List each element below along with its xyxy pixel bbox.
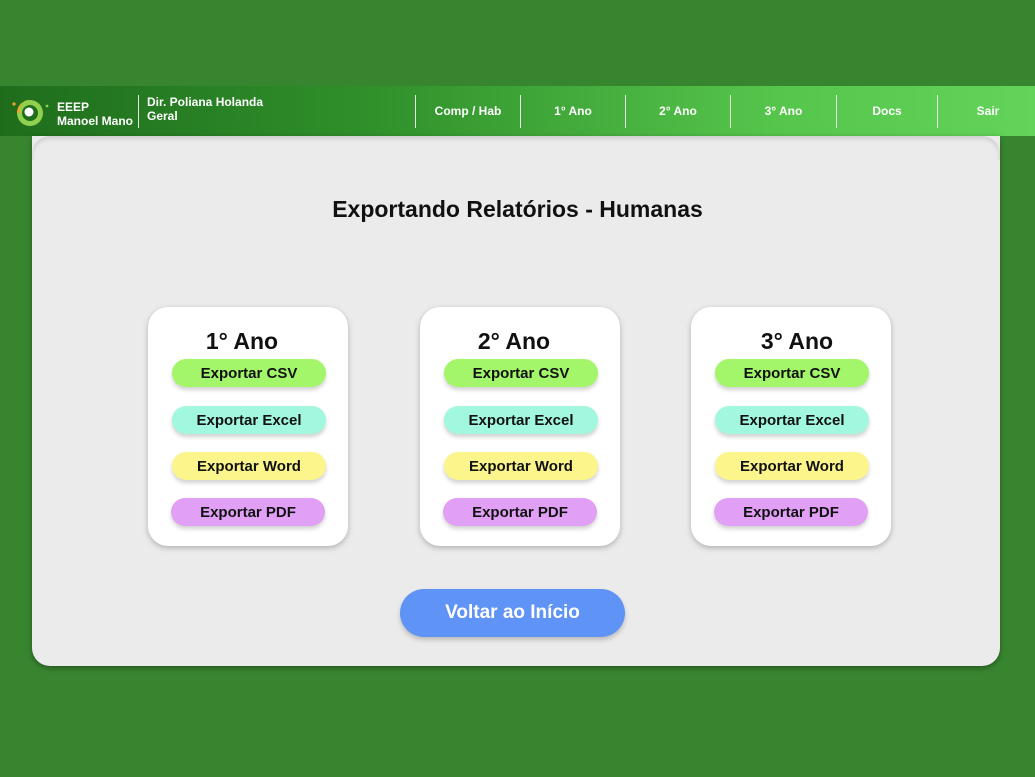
export-word-button-2[interactable]: Exportar Word <box>444 452 598 480</box>
export-csv-button-3[interactable]: Exportar CSV <box>715 359 869 387</box>
export-pdf-button-1[interactable]: Exportar PDF <box>171 498 325 526</box>
export-word-button-3[interactable]: Exportar Word <box>715 452 869 480</box>
nav-comp-hab[interactable]: Comp / Hab <box>416 86 520 136</box>
nav-3-ano[interactable]: 3° Ano <box>731 86 836 136</box>
export-excel-button-1[interactable]: Exportar Excel <box>172 406 326 434</box>
back-to-home-button[interactable]: Voltar ao Início <box>400 589 625 637</box>
year-title-3: 3° Ano <box>760 328 834 354</box>
school-logo-icon[interactable] <box>11 98 49 128</box>
export-excel-button-3[interactable]: Exportar Excel <box>715 406 869 434</box>
export-pdf-button-3[interactable]: Exportar PDF <box>714 498 868 526</box>
nav-1-ano[interactable]: 1° Ano <box>521 86 625 136</box>
nav-docs[interactable]: Docs <box>837 86 937 136</box>
page-title: Exportando Relatórios - Humanas <box>332 196 703 222</box>
export-pdf-button-2[interactable]: Exportar PDF <box>443 498 597 526</box>
top-navbar: EEEP Manoel Mano Dir. Poliana Holanda Ge… <box>0 86 1035 136</box>
export-excel-button-2[interactable]: Exportar Excel <box>444 406 598 434</box>
export-csv-button-1[interactable]: Exportar CSV <box>172 359 326 387</box>
export-word-button-1[interactable]: Exportar Word <box>172 452 326 480</box>
nav-sair[interactable]: Sair <box>938 86 1035 136</box>
school-name: EEEP Manoel Mano <box>57 100 134 128</box>
year-title-1: 1° Ano <box>205 328 279 354</box>
director-name: Dir. Poliana Holanda Geral <box>147 95 264 123</box>
nav-2-ano[interactable]: 2° Ano <box>626 86 730 136</box>
year-title-2: 2° Ano <box>477 328 551 354</box>
export-csv-button-2[interactable]: Exportar CSV <box>444 359 598 387</box>
header-divider <box>138 95 139 128</box>
